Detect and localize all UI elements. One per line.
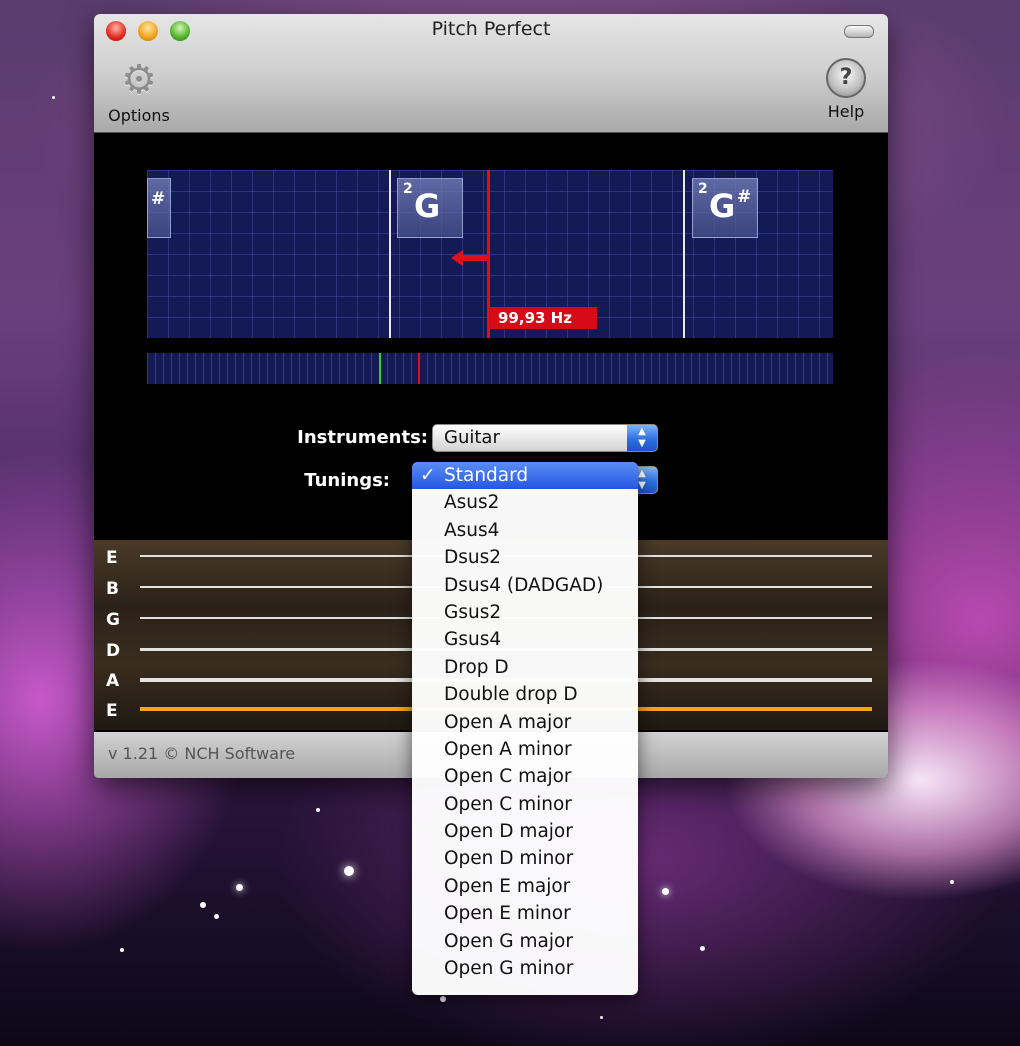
note-box-left: # <box>147 178 171 238</box>
menu-item[interactable]: Open G minor <box>412 955 638 982</box>
chevron-updown-icon: ▲ ▼ <box>627 425 657 451</box>
menu-item-label: Asus4 <box>444 519 500 541</box>
right-note-letter: G <box>709 187 736 225</box>
menu-item-label: Standard <box>444 465 529 486</box>
menu-item[interactable]: Open D minor <box>412 845 638 872</box>
right-note-sharp: # <box>737 187 752 207</box>
menu-item-label: Open E minor <box>444 903 571 925</box>
menu-item[interactable]: Open E minor <box>412 900 638 927</box>
tunings-label: Tunings: <box>304 470 390 491</box>
menu-item[interactable]: Open A minor <box>412 736 638 763</box>
gear-icon: ⚙ <box>121 57 157 103</box>
star <box>236 884 243 891</box>
menu-item-label: Drop D <box>444 656 509 678</box>
center-note-octave: 2 <box>403 181 413 197</box>
menu-item-label: Gsus4 <box>444 629 502 651</box>
menu-item-label: Open D major <box>444 821 573 843</box>
menu-item-label: Dsus2 <box>444 547 502 569</box>
star <box>120 948 124 952</box>
menu-item[interactable]: Dsus2 <box>412 544 638 571</box>
note-box-center: 2 G <box>397 178 463 238</box>
star <box>700 946 705 951</box>
star <box>344 866 354 876</box>
instruments-label: Instruments: <box>297 427 428 448</box>
menu-item-label: Open G minor <box>444 958 574 980</box>
note-line-center <box>389 170 391 338</box>
instruments-value: Guitar <box>444 427 500 448</box>
star <box>316 808 320 812</box>
version-text: v 1.21 © NCH Software <box>108 744 296 763</box>
menu-item[interactable]: Gsus2 <box>412 599 638 626</box>
menu-item[interactable]: Double drop D <box>412 681 638 708</box>
string-label-4: D <box>106 641 121 661</box>
center-note-letter: G <box>414 187 441 225</box>
star <box>200 902 206 908</box>
menu-item-label: Open C minor <box>444 793 572 815</box>
window-title: Pitch Perfect <box>431 18 551 40</box>
menu-item-label: Open A major <box>444 711 572 733</box>
menu-item-label: Open C major <box>444 766 572 788</box>
help-button[interactable]: ? Help <box>816 58 876 121</box>
tuner-display: # 2 G 99,93 Hz 2 G # <box>147 170 833 338</box>
string-label-1: E <box>106 548 118 568</box>
instruments-select[interactable]: Guitar ▲ ▼ <box>432 424 658 452</box>
string-label-3: G <box>106 610 120 630</box>
meter-target-mark <box>379 353 381 384</box>
star <box>52 96 55 99</box>
star <box>662 888 669 895</box>
menu-item[interactable]: Open D major <box>412 818 638 845</box>
help-label: Help <box>827 102 865 121</box>
string-label-5: A <box>106 671 120 691</box>
star <box>950 880 954 884</box>
menu-item-label: Open D minor <box>444 848 574 870</box>
star <box>214 914 219 919</box>
tuning-meter <box>147 353 833 384</box>
right-note-octave: 2 <box>698 181 708 197</box>
options-label: Options <box>108 106 170 125</box>
menu-item[interactable]: Dsus4 (DADGAD) <box>412 572 638 599</box>
menu-item-selected[interactable]: ✓ Standard <box>412 462 638 490</box>
note-line-right <box>683 170 685 338</box>
help-icon: ? <box>826 58 866 98</box>
menu-item-label: Open E major <box>444 875 571 897</box>
options-button[interactable]: ⚙ Options <box>104 58 174 125</box>
star <box>600 1016 603 1019</box>
left-note-sharp: # <box>151 189 166 209</box>
menu-item[interactable]: Asus2 <box>412 489 638 516</box>
menu-item-label: Gsus2 <box>444 601 502 623</box>
menu-item[interactable]: Gsus4 <box>412 626 638 653</box>
string-label-2: B <box>106 579 119 599</box>
meter-current-mark <box>418 353 420 384</box>
menu-item[interactable]: Open C major <box>412 763 638 790</box>
note-box-right: 2 G # <box>692 178 758 238</box>
menu-item[interactable]: Open A major <box>412 709 638 736</box>
menu-item-label: Open G major <box>444 930 573 952</box>
frequency-readout: 99,93 Hz <box>489 307 597 329</box>
menu-item-label: Double drop D <box>444 684 578 706</box>
menu-item[interactable]: Open E major <box>412 873 638 900</box>
string-label-6: E <box>106 701 118 721</box>
star <box>440 996 446 1002</box>
menu-item-label: Asus2 <box>444 492 500 514</box>
flat-arrow-icon <box>451 250 487 266</box>
menu-item-label: Dsus4 (DADGAD) <box>444 574 604 596</box>
menu-item[interactable]: Open C minor <box>412 791 638 818</box>
toolbar-toggle-button[interactable] <box>844 25 874 38</box>
menu-item[interactable]: Drop D <box>412 654 638 681</box>
checkmark-icon: ✓ <box>420 465 436 486</box>
menu-item[interactable]: Asus4 <box>412 517 638 544</box>
menu-item[interactable]: Open G major <box>412 928 638 955</box>
window-toolbar: Pitch Perfect ⚙ Options ? Help <box>94 14 888 133</box>
menu-item-label: Open A minor <box>444 738 572 760</box>
tunings-menu: ✓ Standard Asus2 Asus4 Dsus2 Dsus4 (DADGAD) Gs… <box>412 462 638 995</box>
